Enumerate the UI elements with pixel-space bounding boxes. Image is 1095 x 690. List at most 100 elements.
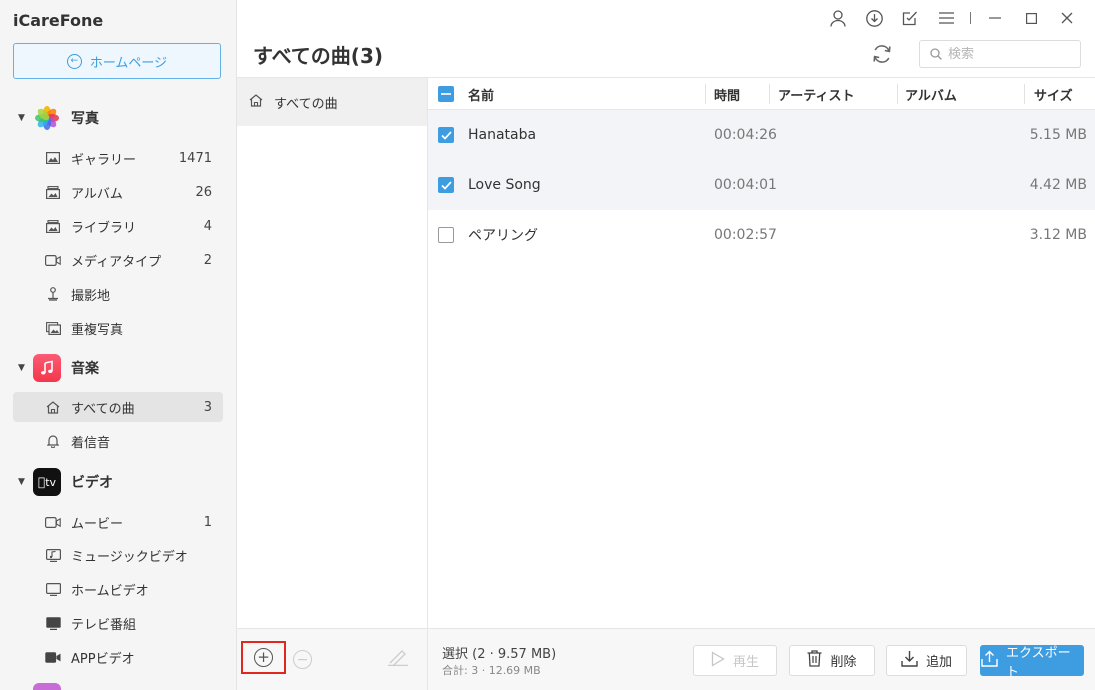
sidebar-item-home-videos[interactable]: ホームビデオ [13,574,223,604]
row-checkbox[interactable] [438,177,454,193]
download-icon[interactable] [856,6,892,30]
home-page-button[interactable]: ← ホームページ [13,43,221,79]
edit-playlist-icon[interactable] [387,648,409,671]
search-icon [930,45,942,64]
column-header-album[interactable]: アルバム [905,78,957,110]
sidebar-item-label: メディアタイプ [71,254,162,270]
select-all-checkbox[interactable] [438,78,454,110]
column-header-size[interactable]: サイズ [1034,78,1073,110]
remove-playlist-button[interactable]: − [293,650,312,669]
column-header-time[interactable]: 時間 [714,78,740,110]
minimize-icon[interactable] [977,6,1013,30]
sidebar: iCareFone ← ホームページ ▼ 写真 ギャラリー 1471 アルバム … [0,0,237,690]
sidebar-item-albums[interactable]: アルバム 26 [13,177,223,207]
library-icon [45,219,61,233]
tv-icon [45,616,61,630]
category-video[interactable]: ▼ tv ビデオ [0,465,236,499]
search-input[interactable] [948,46,1068,62]
menu-icon[interactable] [928,6,964,30]
play-button-label: 再生 [732,655,759,670]
top-bar: すべての曲(3) [237,0,1095,78]
home-icon [249,93,263,111]
app-title: iCareFone [13,11,104,30]
delete-button-label: 削除 [830,655,857,670]
song-size: 3.12 MB [1029,227,1087,243]
home-icon [45,400,61,414]
sidebar-item-tv-shows[interactable]: テレビ番組 [13,608,223,638]
sidebar-item-library[interactable]: ライブラリ 4 [13,211,223,241]
playlist-item-all-songs[interactable]: すべての曲 [237,78,427,126]
partial-check-icon [438,86,454,102]
music-video-icon [45,548,61,562]
apple-tv-app-icon-text: tv [41,475,56,489]
photos-app-icon [33,104,61,132]
checkmark-icon [438,127,454,143]
sidebar-item-location[interactable]: 撮影地 [13,279,223,309]
sidebar-item-ringtones[interactable]: 着信音 [13,426,223,456]
column-divider[interactable] [705,84,706,104]
row-checkbox[interactable] [438,127,454,143]
selection-summary: 選択 (2 · 9.57 MB) [442,647,557,662]
sidebar-item-label: 重複写真 [71,322,124,338]
sidebar-item-label: ギャラリー [71,152,137,168]
title-bar-divider [970,12,971,24]
category-photos-label: 写真 [71,111,99,127]
category-music[interactable]: ▼ 音楽 [0,351,236,385]
duplicate-icon [45,321,61,335]
sidebar-item-music-videos[interactable]: ミュージックビデオ [13,540,223,570]
import-icon [901,650,918,671]
sidebar-item-app-videos[interactable]: APPビデオ [13,642,223,672]
column-divider[interactable] [1024,84,1025,104]
account-icon[interactable] [820,6,856,30]
sidebar-item-duplicate-photos[interactable]: 重複写真 [13,313,223,343]
sidebar-item-movies[interactable]: ムービー 1 [13,507,223,537]
sidebar-item-all-songs[interactable]: すべての曲 3 [13,392,223,422]
add-playlist-button[interactable]: + [241,641,286,674]
refresh-icon[interactable] [870,42,894,66]
bell-icon [45,434,61,448]
sidebar-item-media-type[interactable]: メディアタイプ 2 [13,245,223,275]
playlist-footer: + − [237,628,427,690]
sidebar-item-count: 4 [203,218,212,234]
column-divider[interactable] [769,84,770,104]
playlist-item-label: すべての曲 [274,96,338,112]
sidebar-item-label: テレビ番組 [71,617,137,633]
collapse-triangle-icon[interactable]: ▼ [18,477,25,487]
category-photos[interactable]: ▼ 写真 [0,101,236,135]
table-row[interactable]: ペアリング 00:02:57 3.12 MB [428,210,1095,260]
collapse-triangle-icon[interactable]: ▼ [18,113,25,123]
page-title: すべての曲(3) [253,44,383,68]
sidebar-item-label: すべての曲 [71,401,135,417]
table-row[interactable]: Love Song 00:04:01 4.42 MB [428,160,1095,210]
playlist-panel: すべての曲 + − [237,78,428,690]
song-table: 名前 時間 アーティスト アルバム サイズ Hanataba 00:04:26 … [428,78,1095,628]
column-divider[interactable] [897,84,898,104]
song-name: Love Song [468,177,541,193]
sidebar-item-label: 撮影地 [71,288,111,304]
song-time: 00:04:26 [714,127,777,143]
table-row[interactable]: Hanataba 00:04:26 5.15 MB [428,110,1095,160]
sidebar-item-count: 26 [195,184,212,200]
row-checkbox[interactable] [438,227,454,243]
export-button[interactable]: エクスポート [980,645,1084,680]
play-button[interactable]: 再生 [693,645,777,676]
maximize-icon[interactable] [1013,6,1049,30]
song-name: ペアリング [468,228,538,244]
apple-tv-app-icon: tv [33,468,61,496]
close-icon[interactable] [1049,6,1085,30]
column-header-name[interactable]: 名前 [468,78,494,110]
back-arrow-icon: ← [66,53,82,69]
delete-button[interactable]: 削除 [789,645,875,676]
sidebar-item-gallery[interactable]: ギャラリー 1471 [13,143,223,173]
sidebar-item-count: 1 [203,514,212,530]
video-icon [45,253,61,267]
add-button[interactable]: 追加 [886,645,967,676]
checkmark-icon [438,177,454,193]
search-box[interactable] [919,40,1081,68]
collapse-triangle-icon[interactable]: ▼ [18,363,25,373]
feedback-icon[interactable] [892,6,928,30]
song-size: 5.15 MB [1029,127,1087,143]
add-button-label: 追加 [925,655,952,670]
export-button-label: エクスポート [1006,645,1071,680]
column-header-artist[interactable]: アーティスト [778,78,854,110]
